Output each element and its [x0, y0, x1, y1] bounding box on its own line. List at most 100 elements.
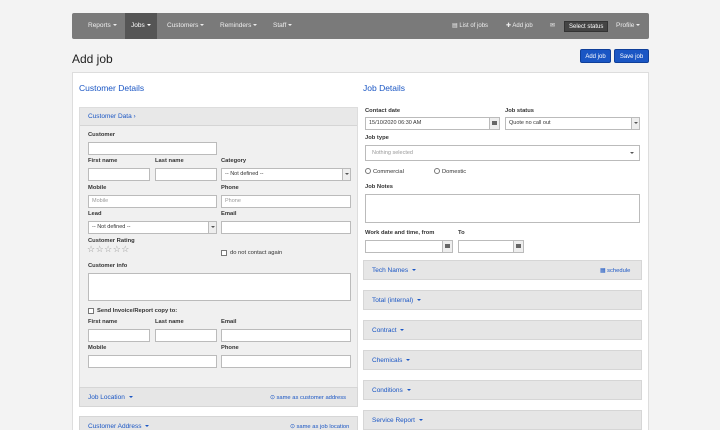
job-notes-textarea[interactable]	[365, 194, 640, 223]
copy-phone-label: Phone	[221, 345, 239, 351]
circle-arrow-icon: ⊙	[290, 424, 295, 430]
calendar-icon[interactable]	[513, 241, 523, 252]
category-select[interactable]: -- Not defined --	[221, 168, 351, 181]
select-status-button[interactable]: Select status	[564, 21, 609, 32]
same-as-customer-label: same as customer address	[276, 395, 347, 401]
nav-profile-label: Profile	[616, 22, 635, 29]
domestic-radio[interactable]	[434, 168, 440, 174]
star-rating-icon[interactable]: ☆☆☆☆☆	[87, 244, 130, 255]
nav-staff[interactable]: Staff	[267, 13, 298, 39]
phone-label: Phone	[221, 185, 239, 191]
conditions-panel[interactable]: Conditions	[363, 380, 642, 400]
chevron-down-icon	[112, 24, 117, 27]
lead-label: Lead	[88, 211, 102, 217]
chevron-down-icon	[406, 359, 411, 362]
chevron-down-icon	[636, 24, 641, 27]
job-status-value: Quote no call out	[509, 120, 551, 126]
copy-last-name-input[interactable]	[155, 329, 217, 342]
work-to-label: To	[458, 230, 465, 236]
nav-reminders[interactable]: Reminders	[214, 13, 263, 39]
mobile-label: Mobile	[88, 185, 107, 191]
chevron-down-icon	[208, 222, 216, 233]
first-name-label: First name	[88, 158, 118, 164]
copy-phone-input[interactable]	[221, 355, 351, 368]
total-internal-label: Total (internal)	[372, 297, 414, 304]
contract-label: Contract	[372, 327, 397, 334]
calendar-icon[interactable]	[442, 241, 452, 252]
main-card: Customer Details Customer Data › Custome…	[72, 72, 649, 430]
nav-customers-label: Customers	[167, 22, 199, 29]
nav-customers[interactable]: Customers	[161, 13, 210, 39]
calendar-icon: ▦	[600, 268, 606, 274]
nav-staff-label: Staff	[273, 22, 287, 29]
work-from-input[interactable]	[365, 240, 453, 253]
email-input[interactable]	[221, 221, 351, 234]
contract-panel[interactable]: Contract	[363, 320, 642, 340]
service-report-panel[interactable]: Service Report	[363, 410, 642, 430]
commercial-radio[interactable]	[365, 168, 371, 174]
send-copy-checkbox[interactable]	[88, 308, 94, 314]
customer-address-label: Customer Address	[88, 423, 142, 430]
last-name-input[interactable]	[155, 168, 217, 181]
nav-reports[interactable]: Reports	[82, 13, 123, 39]
work-to-input[interactable]	[458, 240, 524, 253]
same-as-job-link[interactable]: ⊙ same as job location	[290, 417, 349, 430]
chevron-down-icon	[417, 299, 421, 302]
nav-reports-label: Reports	[88, 22, 111, 29]
service-report-label: Service Report	[372, 417, 415, 424]
lead-value: -- Not defined --	[92, 224, 131, 230]
copy-mobile-input[interactable]	[88, 355, 217, 368]
job-status-label: Job status	[505, 108, 534, 114]
lead-select[interactable]: -- Not defined --	[88, 221, 217, 234]
tech-names-label: Tech Names	[372, 267, 409, 274]
copy-email-input[interactable]	[221, 329, 351, 342]
schedule-link[interactable]: ▦ schedule	[600, 261, 630, 281]
contact-date-input[interactable]: 15/10/2020 06:30 AM	[365, 117, 500, 130]
email-label: Email	[221, 211, 237, 217]
job-location-label: Job Location	[88, 394, 125, 401]
tech-names-panel[interactable]: Tech Names ▦ schedule	[363, 260, 642, 280]
total-internal-panel[interactable]: Total (internal)	[363, 290, 642, 310]
same-as-customer-link[interactable]: ⊙ same as customer address	[270, 388, 346, 408]
chevron-down-icon	[288, 24, 293, 27]
copy-mobile-label: Mobile	[88, 345, 107, 351]
job-type-select[interactable]: Nothing selected	[365, 145, 640, 161]
category-value: -- Not defined --	[225, 171, 264, 177]
list-icon: ▤	[452, 23, 458, 29]
chevron-down-icon	[411, 269, 416, 272]
chevron-down-icon	[200, 24, 205, 27]
job-status-select[interactable]: Quote no call out	[505, 117, 640, 130]
chevron-down-icon	[406, 389, 411, 392]
chevron-down-icon	[418, 419, 423, 422]
copy-first-name-label: First name	[88, 319, 118, 325]
mail-icon[interactable]: ✉	[550, 13, 555, 39]
contact-date-label: Contact date	[365, 108, 401, 114]
mobile-input[interactable]: Mobile	[88, 195, 217, 208]
nav-list-jobs[interactable]: ▤ List of jobs	[452, 13, 488, 39]
job-location-panel[interactable]: Job Location ⊙ same as customer address	[79, 387, 358, 407]
do-not-contact-checkbox[interactable]	[221, 250, 227, 256]
send-copy-label: Send Invoice/Report copy to:	[97, 308, 178, 314]
copy-first-name-input[interactable]	[88, 329, 150, 342]
chevron-down-icon	[145, 425, 150, 428]
plus-icon: ✚	[506, 23, 512, 29]
customer-address-panel[interactable]: Customer Address ⊙ same as job location	[79, 416, 358, 430]
customer-data-header-label: Customer Data	[88, 113, 132, 120]
domestic-label: Domestic	[442, 169, 467, 175]
schedule-label: schedule	[607, 268, 631, 274]
work-from-label: Work date and time, from	[365, 230, 435, 236]
nav-add-job-label: Add job	[512, 23, 533, 29]
nav-jobs[interactable]: Jobs	[125, 13, 157, 39]
save-job-button[interactable]: Save job	[614, 49, 649, 63]
nav-profile[interactable]: Profile	[610, 13, 646, 39]
first-name-input[interactable]	[88, 168, 150, 181]
job-type-placeholder: Nothing selected	[372, 150, 413, 156]
phone-input[interactable]: Phone	[221, 195, 351, 208]
customer-data-header[interactable]: Customer Data ›	[80, 108, 357, 126]
add-job-button[interactable]: Add job	[580, 49, 611, 63]
customer-input[interactable]	[88, 142, 217, 155]
customer-info-textarea[interactable]	[88, 273, 351, 301]
chemicals-panel[interactable]: Chemicals	[363, 350, 642, 370]
nav-add-job[interactable]: ✚ Add job	[506, 13, 533, 39]
calendar-icon[interactable]	[489, 118, 499, 129]
